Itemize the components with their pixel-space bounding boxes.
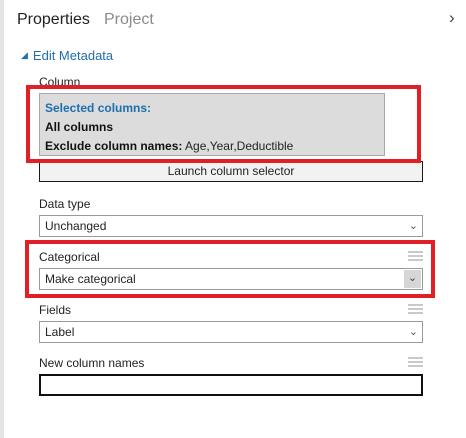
chevron-down-icon: ⌄ bbox=[408, 220, 418, 232]
fields-select[interactable]: Label ⌄ bbox=[39, 321, 423, 343]
fields-value: Label bbox=[45, 325, 75, 339]
launch-column-selector-button[interactable]: Launch column selector bbox=[39, 161, 423, 182]
drag-handle-icon[interactable] bbox=[408, 357, 423, 368]
highlight-box-column bbox=[26, 85, 421, 163]
section-title: Edit Metadata bbox=[32, 48, 114, 63]
panel-left-border bbox=[0, 0, 4, 438]
tab-project[interactable]: Project bbox=[104, 11, 154, 29]
tab-properties[interactable]: Properties bbox=[17, 11, 90, 29]
expand-triangle-icon: ◢ bbox=[21, 50, 28, 60]
chevron-down-icon: ⌄ bbox=[408, 326, 418, 338]
drag-handle-icon[interactable] bbox=[408, 304, 423, 315]
fields-label: Fields bbox=[39, 303, 72, 317]
collapse-panel-icon[interactable]: › bbox=[449, 8, 455, 28]
highlight-box-categorical bbox=[25, 240, 435, 298]
data-type-value: Unchanged bbox=[45, 219, 107, 233]
section-edit-metadata[interactable]: ◢ Edit Metadata bbox=[21, 48, 113, 63]
data-type-label: Data type bbox=[39, 197, 91, 211]
new-column-names-label: New column names bbox=[39, 356, 145, 370]
new-column-names-input[interactable] bbox=[39, 374, 423, 396]
data-type-select[interactable]: Unchanged ⌄ bbox=[39, 215, 423, 237]
